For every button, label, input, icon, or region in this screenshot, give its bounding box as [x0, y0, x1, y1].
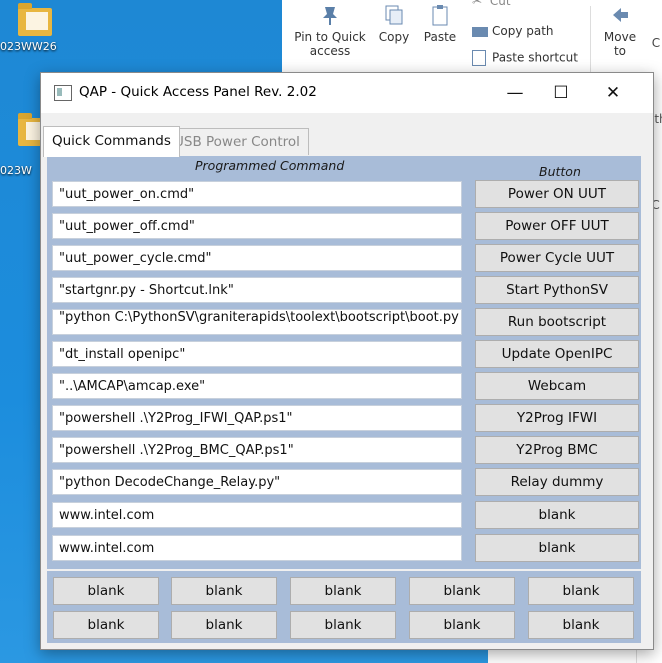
- close-button[interactable]: ✕: [593, 79, 633, 107]
- pin-to-quick-access-button[interactable]: Pin to Quick access: [288, 4, 372, 58]
- blank-button[interactable]: blank: [171, 611, 277, 639]
- desktop-icon-label: 023WW26: [0, 40, 57, 53]
- pin-icon: [323, 7, 337, 25]
- command-input[interactable]: "uut_power_cycle.cmd": [52, 245, 462, 271]
- command-input[interactable]: www.intel.com: [52, 502, 462, 528]
- command-input[interactable]: "uut_power_off.cmd": [52, 213, 462, 239]
- move-to-icon: [613, 8, 628, 22]
- update-openipc-button[interactable]: Update OpenIPC: [475, 340, 639, 368]
- blank-button[interactable]: blank: [53, 611, 159, 639]
- cut-button[interactable]: ✂ Cut: [472, 0, 511, 8]
- start-pythonsv-button[interactable]: Start PythonSV: [475, 276, 639, 304]
- folder-icon: [18, 3, 52, 36]
- blank-button[interactable]: blank: [475, 534, 639, 562]
- blank-button[interactable]: blank: [528, 611, 634, 639]
- blank-button[interactable]: blank: [409, 577, 515, 605]
- run-bootscript-button[interactable]: Run bootscript: [475, 308, 639, 336]
- power-off-uut-button[interactable]: Power OFF UUT: [475, 212, 639, 240]
- ribbon-partial-label: C: [651, 36, 661, 50]
- copy-path-icon: [472, 26, 488, 37]
- blank-button[interactable]: blank: [53, 577, 159, 605]
- ribbon-divider: [590, 6, 591, 76]
- command-input[interactable]: "uut_power_on.cmd": [52, 181, 462, 207]
- paste-shortcut-button[interactable]: Paste shortcut: [472, 50, 578, 66]
- desktop-folder-icon[interactable]: 023WW26: [0, 3, 60, 53]
- paste-shortcut-icon: [472, 50, 486, 66]
- maximize-button[interactable]: ☐: [541, 79, 581, 107]
- blank-button[interactable]: blank: [409, 611, 515, 639]
- command-input[interactable]: www.intel.com: [52, 535, 462, 561]
- y2prog-ifwi-button[interactable]: Y2Prog IFWI: [475, 404, 639, 432]
- move-to-button[interactable]: Move to: [600, 4, 640, 58]
- app-icon: [54, 85, 72, 101]
- power-on-uut-button[interactable]: Power ON UUT: [475, 180, 639, 208]
- blank-button[interactable]: blank: [290, 577, 396, 605]
- blank-button[interactable]: blank: [528, 577, 634, 605]
- tab-usb-power-control[interactable]: USB Power Control: [165, 128, 309, 155]
- qap-window: QAP - Quick Access Panel Rev. 2.02 — ☐ ✕…: [40, 72, 654, 650]
- button-header: Button: [539, 164, 581, 179]
- blank-button[interactable]: blank: [290, 611, 396, 639]
- paste-icon: [432, 5, 448, 26]
- tab-bar: Quick Commands USB Power Control: [41, 126, 653, 157]
- bottom-button-grid: blank blank blank blank blank blank blan…: [47, 571, 641, 643]
- paste-button[interactable]: Paste: [420, 4, 460, 44]
- command-input[interactable]: "python DecodeChange_Relay.py": [52, 469, 462, 495]
- cut-icon: ✂: [472, 0, 483, 8]
- copy-button[interactable]: Copy: [374, 4, 414, 44]
- command-input[interactable]: "powershell .\Y2Prog_BMC_QAP.ps1": [52, 437, 462, 463]
- command-input[interactable]: "..\AMCAP\amcap.exe": [52, 373, 462, 399]
- command-input[interactable]: "dt_install openipc": [52, 341, 462, 367]
- minimize-button[interactable]: —: [495, 79, 535, 107]
- blank-button[interactable]: blank: [171, 577, 277, 605]
- command-input[interactable]: "powershell .\Y2Prog_IFWI_QAP.ps1": [52, 405, 462, 431]
- blank-button[interactable]: blank: [475, 501, 639, 529]
- webcam-button[interactable]: Webcam: [475, 372, 639, 400]
- relay-dummy-button[interactable]: Relay dummy: [475, 468, 639, 496]
- power-cycle-uut-button[interactable]: Power Cycle UUT: [475, 244, 639, 272]
- y2prog-bmc-button[interactable]: Y2Prog BMC: [475, 436, 639, 464]
- tab-quick-commands[interactable]: Quick Commands: [43, 126, 180, 157]
- title-bar[interactable]: QAP - Quick Access Panel Rev. 2.02 — ☐ ✕: [41, 73, 653, 113]
- command-input[interactable]: "python C:\PythonSV\graniterapids\toolex…: [52, 309, 462, 335]
- copy-path-button[interactable]: Copy path: [472, 24, 554, 38]
- commands-panel: Programmed Command Button "uut_power_on.…: [47, 156, 641, 569]
- command-input[interactable]: "startgnr.py - Shortcut.lnk": [52, 277, 462, 303]
- copy-icon: [385, 5, 403, 25]
- programmed-command-header: Programmed Command: [195, 158, 345, 173]
- window-title: QAP - Quick Access Panel Rev. 2.02: [79, 84, 317, 100]
